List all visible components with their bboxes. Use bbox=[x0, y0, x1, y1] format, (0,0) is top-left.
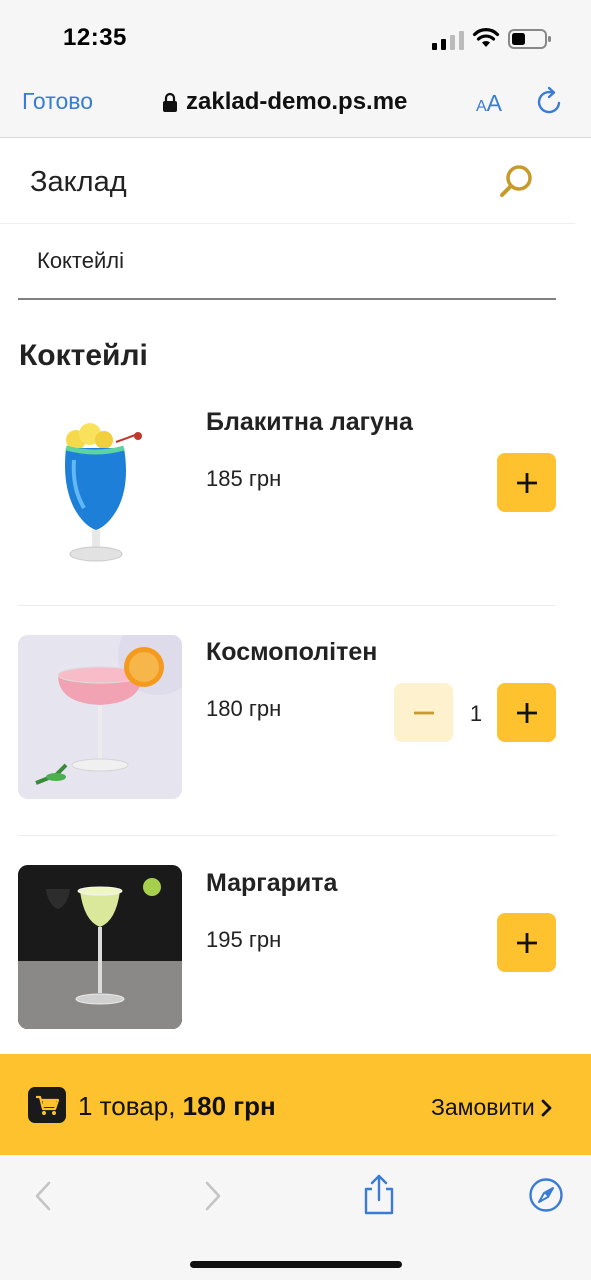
text-size-button[interactable]: AA bbox=[476, 90, 502, 117]
add-button[interactable] bbox=[497, 913, 556, 972]
increase-button[interactable] bbox=[497, 683, 556, 742]
cart-icon bbox=[28, 1087, 66, 1123]
product-image bbox=[18, 865, 182, 1029]
compass-icon[interactable] bbox=[528, 1177, 564, 1213]
url-text: zaklad-demo.ps.me bbox=[186, 88, 408, 115]
divider bbox=[18, 835, 556, 836]
product-name: Космополітен bbox=[206, 638, 378, 666]
browser-top-bar: Готово zaklad-demo.ps.me AA bbox=[0, 76, 591, 138]
reload-icon[interactable] bbox=[536, 86, 564, 116]
tab-underline bbox=[18, 298, 556, 300]
cart-count: 1 товар, bbox=[78, 1091, 176, 1121]
cart-total: 180 грн bbox=[182, 1091, 276, 1121]
cart-summary: 1 товар, 180 грн bbox=[78, 1091, 276, 1122]
divider bbox=[18, 605, 556, 606]
product-image bbox=[18, 635, 182, 799]
product-name: Маргарита bbox=[206, 869, 338, 897]
forward-icon[interactable] bbox=[204, 1181, 222, 1211]
product-name: Блакитна лагуна bbox=[206, 408, 413, 436]
decrease-button[interactable] bbox=[394, 683, 453, 742]
add-button[interactable] bbox=[497, 453, 556, 512]
plus-icon bbox=[516, 702, 537, 723]
share-icon[interactable] bbox=[362, 1173, 396, 1215]
site-header: Заклад bbox=[0, 139, 575, 224]
quantity-value: 1 bbox=[469, 701, 483, 726]
back-icon[interactable] bbox=[34, 1181, 52, 1211]
product-item[interactable]: Космополітен 180 грн 1 bbox=[18, 624, 556, 836]
site-name[interactable]: Заклад bbox=[30, 166, 127, 199]
home-indicator bbox=[190, 1261, 402, 1268]
status-bar: 12:35 bbox=[0, 0, 591, 76]
chevron-right-icon bbox=[541, 1099, 552, 1116]
cart-bar[interactable]: 1 товар, 180 грн Замовити bbox=[0, 1054, 591, 1155]
product-item[interactable]: Блакитна лагуна 185 грн bbox=[18, 394, 556, 606]
search-icon[interactable] bbox=[497, 163, 535, 201]
address-bar[interactable]: zaklad-demo.ps.me bbox=[162, 86, 407, 118]
product-image bbox=[18, 404, 182, 568]
cellular-signal-icon bbox=[432, 31, 464, 50]
product-price: 195 грн bbox=[206, 927, 282, 952]
plus-icon bbox=[516, 932, 537, 953]
lock-icon bbox=[163, 92, 177, 112]
section-title: Коктейлі bbox=[19, 339, 148, 372]
product-price: 180 грн bbox=[206, 696, 282, 721]
plus-icon bbox=[516, 472, 537, 493]
wifi-icon bbox=[472, 28, 500, 47]
battery-icon bbox=[508, 29, 551, 49]
order-label: Замовити bbox=[431, 1094, 535, 1120]
product-price: 185 грн bbox=[206, 466, 282, 491]
status-time: 12:35 bbox=[63, 24, 127, 51]
order-button[interactable]: Замовити bbox=[431, 1094, 553, 1121]
done-button[interactable]: Готово bbox=[22, 88, 93, 115]
product-item[interactable]: Маргарита 195 грн bbox=[18, 855, 556, 1067]
minus-icon bbox=[413, 711, 434, 714]
tab-cocktails[interactable]: Коктейлі bbox=[37, 248, 124, 274]
